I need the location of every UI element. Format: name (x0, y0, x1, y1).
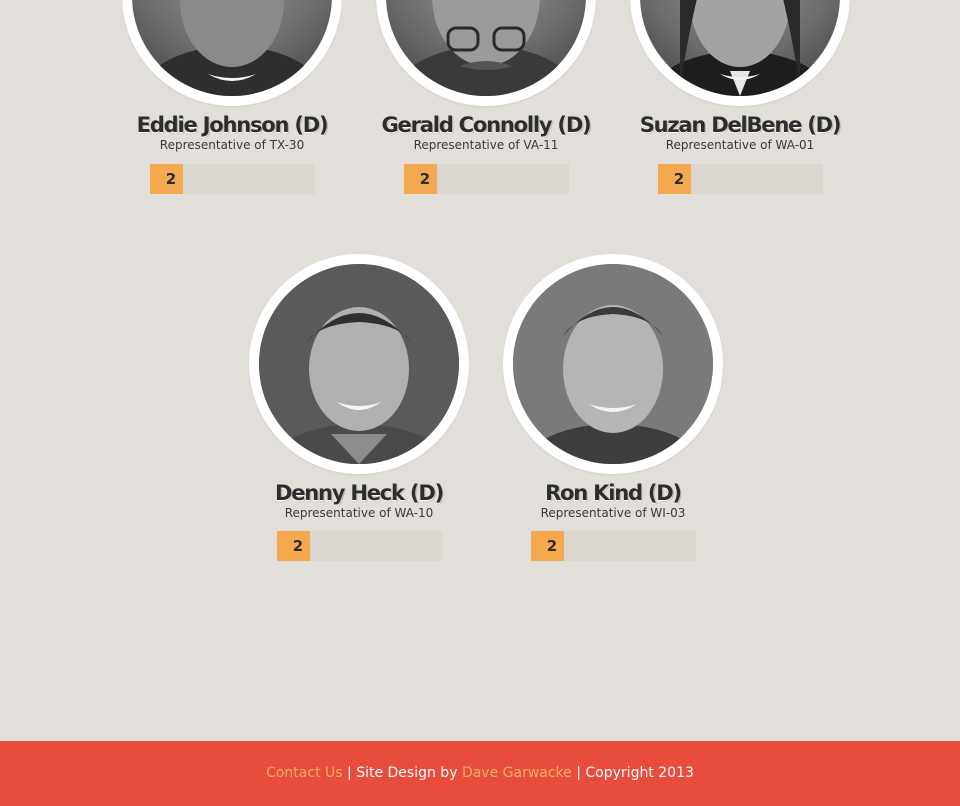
site-design-label: Site Design by (356, 765, 462, 781)
portrait-photo (259, 264, 459, 464)
avatar[interactable] (249, 254, 469, 474)
rep-card-suzan-delbene[interactable]: Suzan DelBene (D) Representative of WA-0… (610, 0, 870, 196)
avatar[interactable] (630, 0, 850, 106)
rep-card-denny-heck[interactable]: Denny Heck (D) Representative of WA-10 2 (229, 254, 489, 564)
footer-separator: | (342, 765, 357, 781)
portrait-photo (513, 264, 713, 464)
person-silhouette-icon (259, 264, 459, 464)
avatar[interactable] (376, 0, 596, 106)
rep-district: Representative of VA-11 (413, 138, 559, 152)
count-value: 2 (419, 170, 431, 188)
person-silhouette-icon (391, 0, 581, 96)
copyright-text: Copyright 2013 (585, 765, 694, 781)
designer-link[interactable]: Dave Garwacke (462, 765, 572, 781)
person-silhouette-icon (137, 0, 327, 96)
contact-us-link[interactable]: Contact Us (266, 765, 342, 781)
count-value: 2 (673, 170, 685, 188)
rep-district: Representative of WA-10 (284, 506, 434, 520)
avatar[interactable] (503, 254, 723, 474)
rep-district: Representative of TX-30 (159, 138, 305, 152)
rep-district: Representative of WI-03 (540, 506, 686, 520)
rep-name[interactable]: Gerald Connolly (D) (356, 113, 616, 137)
rep-name[interactable]: Eddie Johnson (D) (102, 113, 362, 137)
footer: Contact Us | Site Design by Dave Garwack… (0, 741, 960, 806)
rep-name[interactable]: Ron Kind (D) (483, 481, 743, 505)
person-silhouette-icon (643, 0, 837, 96)
rep-district: Representative of WA-01 (665, 138, 815, 152)
count-value: 2 (546, 537, 558, 555)
portrait-photo (386, 0, 586, 96)
rep-card-eddie-johnson[interactable]: Eddie Johnson (D) Representative of TX-3… (102, 0, 362, 196)
count-bar: 2 (531, 531, 696, 561)
avatar[interactable] (122, 0, 342, 106)
rep-name[interactable]: Denny Heck (D) (229, 481, 489, 505)
portrait-photo (640, 0, 840, 96)
portrait-photo (132, 0, 332, 96)
footer-separator: | (571, 765, 586, 781)
rep-card-gerald-connolly[interactable]: Gerald Connolly (D) Representative of VA… (356, 0, 616, 196)
count-bar: 2 (404, 164, 569, 194)
count-bar: 2 (277, 531, 442, 561)
rep-card-ron-kind[interactable]: Ron Kind (D) Representative of WI-03 2 (483, 254, 743, 564)
count-value: 2 (292, 537, 304, 555)
count-bar: 2 (150, 164, 315, 194)
count-bar: 2 (658, 164, 823, 194)
rep-name[interactable]: Suzan DelBene (D) (610, 113, 870, 137)
count-value: 2 (165, 170, 177, 188)
person-silhouette-icon (513, 264, 713, 464)
